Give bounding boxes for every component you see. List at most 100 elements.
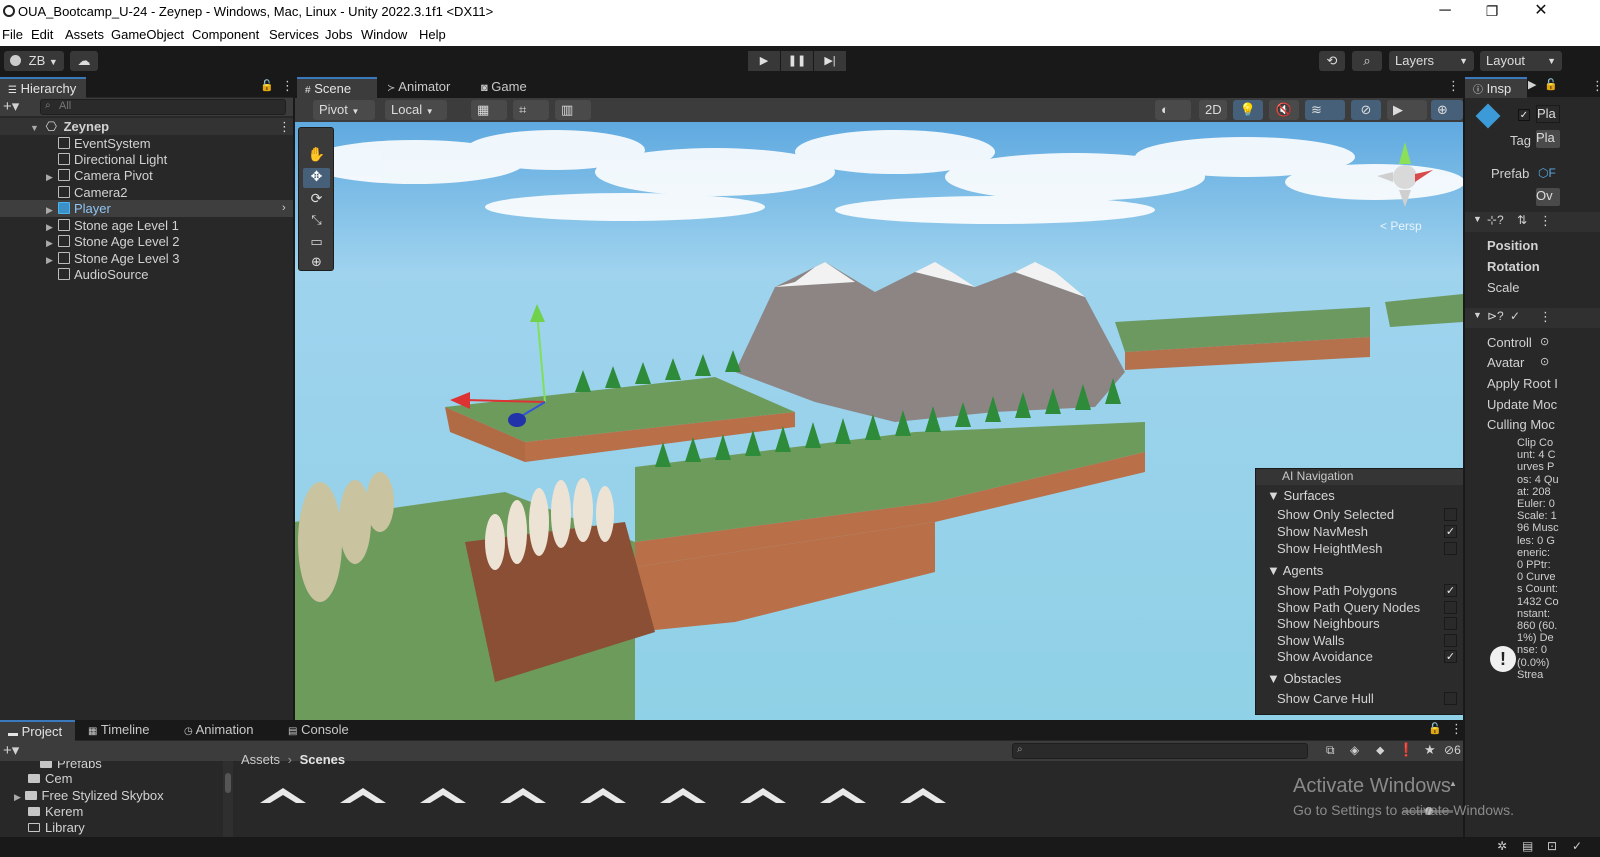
object-picker-icon[interactable]: ⊙ <box>1540 335 1549 348</box>
effects-dropdown[interactable]: ≋ <box>1305 100 1345 120</box>
menu-component[interactable]: Component <box>192 27 259 42</box>
add-icon[interactable]: +▾ <box>3 97 19 115</box>
folder-library[interactable]: Library <box>28 820 85 835</box>
menu-file[interactable]: File <box>2 27 23 42</box>
tab-game[interactable]: ◙ Game <box>473 77 553 98</box>
hierarchy-item-stone-age-1[interactable]: ▶ Stone age Level 1 <box>0 217 293 234</box>
breadcrumb-assets[interactable]: Assets <box>241 752 280 767</box>
ai-section-obstacles[interactable]: ▼ Obstacles <box>1267 671 1341 686</box>
layers-dropdown[interactable]: Layers ▼ <box>1389 51 1474 71</box>
transform-header[interactable]: ▼ ⊹? ⇅ ⋮ <box>1465 212 1600 232</box>
menu-services[interactable]: Services <box>269 27 319 42</box>
cache-icon[interactable]: ▤ <box>1522 839 1533 853</box>
audio-toggle[interactable]: 🔇 <box>1269 100 1299 120</box>
2d-toggle[interactable]: 2D <box>1199 100 1227 120</box>
cloud-button[interactable]: ☁ <box>70 51 98 71</box>
menu-window[interactable]: Window <box>361 27 407 42</box>
more-menu-icon[interactable]: ⋮ <box>1591 78 1600 94</box>
add-icon[interactable]: +▾ <box>3 741 19 759</box>
lighting-toggle[interactable]: 💡 <box>1233 100 1263 120</box>
menu-help[interactable]: Help <box>419 27 446 42</box>
tab-animator[interactable]: ≻ Animator <box>379 77 471 98</box>
folder-kerem[interactable]: Kerem <box>28 804 83 819</box>
rect-tool-icon[interactable]: ▭ <box>303 234 330 254</box>
expand-arrow-icon[interactable]: ▶ <box>14 792 21 802</box>
network-icon[interactable]: ⊡ <box>1547 839 1557 853</box>
show-path-polygons-checkbox[interactable]: ✓ <box>1444 584 1457 597</box>
more-menu-icon[interactable]: ⋮ <box>1539 309 1552 325</box>
close-button[interactable]: ✕ <box>1518 0 1564 24</box>
show-walls-checkbox[interactable] <box>1444 634 1457 647</box>
search-button[interactable]: ⌕ <box>1352 51 1382 71</box>
folder-prefabs[interactable]: Prefabs <box>40 761 102 771</box>
settings-icon[interactable]: ⇅ <box>1517 213 1527 227</box>
scene-asset-thumbnails[interactable] <box>255 783 955 803</box>
rotate-tool-icon[interactable]: ⟳ <box>303 190 330 210</box>
show-avoidance-checkbox[interactable]: ✓ <box>1444 650 1457 663</box>
active-checkbox[interactable]: ✓ <box>1518 109 1530 121</box>
more-menu-icon[interactable]: ⋮ <box>1539 213 1552 229</box>
folder-cem[interactable]: Cem <box>28 771 72 786</box>
shading-mode-dropdown[interactable]: ◐ <box>1155 100 1191 120</box>
scrollbar-thumb[interactable] <box>225 773 231 793</box>
project-search-input[interactable]: ⌕ <box>1012 743 1308 759</box>
gizmos-dropdown[interactable]: ⊕ <box>1431 100 1463 120</box>
more-menu-icon[interactable]: ⋮ <box>1450 721 1463 737</box>
star-icon[interactable]: ★ <box>1424 742 1436 758</box>
label-icon[interactable]: ⬥ <box>1376 743 1384 758</box>
more-menu-icon[interactable]: ⋮ <box>1447 78 1460 94</box>
account-dropdown[interactable]: ZB ▼ <box>4 51 64 71</box>
tab-inspector[interactable]: ⓘ Insp <box>1465 77 1527 98</box>
prefab-icon[interactable]: ⬡F <box>1538 166 1556 180</box>
show-neighbours-checkbox[interactable] <box>1444 617 1457 630</box>
object-picker-icon[interactable]: ⊙ <box>1540 355 1549 368</box>
local-dropdown[interactable]: Local ▼ <box>385 100 447 120</box>
tab-console[interactable]: ▤ Console <box>280 720 360 741</box>
bug-icon[interactable]: ✲ <box>1497 839 1507 853</box>
menu-jobs[interactable]: Jobs <box>325 27 352 42</box>
camera-dropdown[interactable]: ▶ <box>1387 100 1427 120</box>
tab-animation[interactable]: ◷ Animation <box>176 720 276 741</box>
lock-icon[interactable]: 🔓 <box>260 79 274 92</box>
animator-header[interactable]: ▼ ⊳? ✓ ⋮ <box>1465 308 1600 328</box>
scale-tool-icon[interactable]: ⤡ <box>303 212 330 232</box>
hierarchy-item-eventsystem[interactable]: EventSystem <box>0 135 293 152</box>
tab-scene[interactable]: # Scene <box>297 77 377 98</box>
tree-scrollbar[interactable] <box>223 761 233 837</box>
history-button[interactable]: ⟲ <box>1319 51 1345 71</box>
ai-section-agents[interactable]: ▼ Agents <box>1267 563 1323 578</box>
increment-snap-button[interactable]: ⌗ <box>513 100 549 120</box>
lock-icon[interactable]: 🔓 <box>1544 78 1558 91</box>
chevron-right-icon[interactable]: › <box>282 200 286 217</box>
menu-edit[interactable]: Edit <box>31 27 53 42</box>
ruler-button[interactable]: ▥ <box>555 100 591 120</box>
menu-gameobject[interactable]: GameObject <box>111 27 184 42</box>
layout-dropdown[interactable]: Layout ▼ <box>1480 51 1562 71</box>
hierarchy-item-camera-pivot[interactable]: ▶ Camera Pivot <box>0 167 293 184</box>
menu-assets[interactable]: Assets <box>65 27 104 42</box>
hierarchy-search-input[interactable]: ⌕ All <box>40 99 286 115</box>
persp-label[interactable]: < Persp <box>1380 219 1422 233</box>
step-button[interactable]: ▶| <box>814 51 846 71</box>
search-by-type-icon[interactable]: ⧉ <box>1326 743 1335 758</box>
breadcrumb-scenes[interactable]: Scenes <box>300 752 346 767</box>
pause-button[interactable]: ❚❚ <box>781 51 813 71</box>
overrides-dropdown[interactable]: Ov <box>1536 188 1560 206</box>
minimize-button[interactable]: ─ <box>1422 0 1468 24</box>
check-circle-icon[interactable]: ✓ <box>1572 839 1582 853</box>
more-menu-icon[interactable]: ⋮ <box>281 78 294 94</box>
enabled-checkbox[interactable]: ✓ <box>1510 309 1520 323</box>
show-navmesh-checkbox[interactable]: ✓ <box>1444 525 1457 538</box>
maximize-button[interactable]: ❐ <box>1469 0 1515 24</box>
tab-hierarchy[interactable]: ☰ Hierarchy <box>0 77 86 98</box>
hierarchy-item-stone-age-3[interactable]: ▶ Stone Age Level 3 <box>0 250 293 267</box>
show-carve-hull-checkbox[interactable] <box>1444 692 1457 705</box>
grid-snap-button[interactable]: ▦ <box>471 100 507 120</box>
show-only-selected-checkbox[interactable] <box>1444 508 1457 521</box>
lock-icon[interactable]: 🔓 <box>1428 722 1442 735</box>
hand-tool-icon[interactable]: ✋ <box>303 146 330 166</box>
play-button[interactable]: ▶ <box>748 51 780 71</box>
hidden-packages-button[interactable]: ⊘6 <box>1444 743 1461 757</box>
show-heightmesh-checkbox[interactable] <box>1444 542 1457 555</box>
chevron-right-icon[interactable]: ▶ <box>1528 78 1536 91</box>
